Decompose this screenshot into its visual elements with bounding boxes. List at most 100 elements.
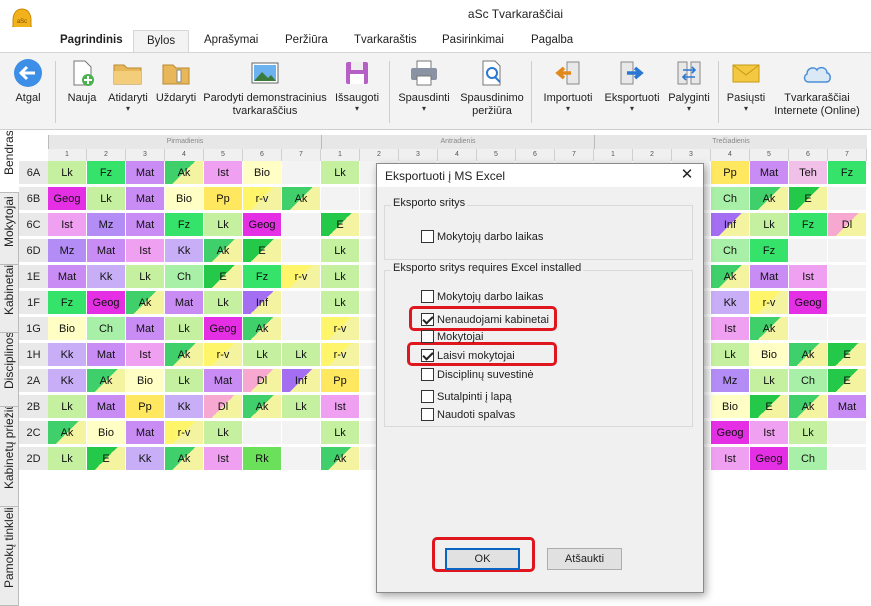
checkbox[interactable] [421,390,434,403]
ok-button[interactable]: OK [445,548,520,570]
lesson-cell[interactable]: r-v [321,317,360,341]
lesson-cell[interactable]: Ak [321,447,360,471]
lesson-cell[interactable]: Fz [48,291,87,315]
lesson-cell[interactable]: r-v [282,265,321,289]
lesson-cell[interactable]: E [750,395,789,419]
lesson-cell[interactable]: Mz [48,239,87,263]
save-dropdown-chevron-icon[interactable]: ▾ [331,105,383,113]
lesson-cell[interactable]: E [321,213,360,237]
send-button[interactable]: Pasiųsti ▾ [723,58,769,113]
import-button[interactable]: Importuoti ▾ [537,58,599,113]
lesson-cell[interactable]: Ak [243,317,282,341]
lesson-cell[interactable]: Pp [204,187,243,211]
lesson-cell[interactable]: E [243,239,282,263]
side-tab-disciplinos[interactable]: Disciplinos [0,333,19,407]
class-row-label[interactable]: 2B [19,395,48,419]
lesson-cell[interactable]: Bio [750,343,789,367]
lesson-cell[interactable]: Mz [87,213,126,237]
lesson-cell[interactable]: Bio [711,395,750,419]
lesson-cell[interactable]: Ak [243,395,282,419]
lesson-cell[interactable]: Mz [711,369,750,393]
open-dropdown-chevron-icon[interactable]: ▾ [103,105,153,113]
lesson-cell[interactable]: Ak [750,187,789,211]
compare-button[interactable]: Palyginti ▾ [664,58,714,113]
side-tab-kabinetu-prieziura[interactable]: Kabinetų priežiūra [0,407,19,507]
lesson-cell[interactable]: Lk [321,291,360,315]
lesson-cell[interactable] [282,291,321,315]
lesson-cell[interactable]: Bio [165,187,204,211]
lesson-cell[interactable]: Ak [165,161,204,185]
lesson-cell[interactable]: Kk [48,369,87,393]
class-row-label[interactable]: 6A [19,161,48,185]
side-tab-bendras[interactable]: Bendras [0,131,19,193]
checkbox[interactable] [421,349,434,362]
export-option-checkbox[interactable]: Sutalpinti į lapą [421,390,512,404]
lesson-cell[interactable]: E [87,447,126,471]
print-button[interactable]: Spausdinti ▾ [394,58,454,113]
class-row-label[interactable]: 6C [19,213,48,237]
lesson-cell[interactable]: Ist [126,343,165,367]
lesson-cell[interactable]: Geog [204,317,243,341]
tab-tvarkarastis[interactable]: Tvarkaraštis [347,30,424,52]
lesson-cell[interactable] [828,265,867,289]
lesson-cell[interactable]: Fz [87,161,126,185]
lesson-cell[interactable] [828,239,867,263]
lesson-cell[interactable]: Mat [126,161,165,185]
lesson-cell[interactable]: Lk [282,395,321,419]
lesson-cell[interactable]: Dl [243,369,282,393]
lesson-cell[interactable] [282,161,321,185]
checkbox[interactable] [421,408,434,421]
side-tab-kabinetai[interactable]: Kabinetai [0,265,19,333]
lesson-cell[interactable]: r-v [165,421,204,445]
checkbox[interactable] [421,290,434,303]
export-option-checkbox[interactable]: Nenaudojami kabinetai [421,313,549,327]
lesson-cell[interactable]: Lk [165,317,204,341]
lesson-cell[interactable]: Mat [87,239,126,263]
lesson-cell[interactable]: Lk [321,421,360,445]
lesson-cell[interactable]: Ist [48,213,87,237]
lesson-cell[interactable]: Mat [48,265,87,289]
lesson-cell[interactable]: Ak [165,343,204,367]
lesson-cell[interactable] [828,447,867,471]
lesson-cell[interactable]: Ch [711,239,750,263]
lesson-cell[interactable]: Lk [789,421,828,445]
lesson-cell[interactable]: Mat [750,161,789,185]
lesson-cell[interactable]: Ist [789,265,828,289]
tab-aprasymai[interactable]: Aprašymai [197,30,265,52]
lesson-cell[interactable]: Pp [711,161,750,185]
lesson-cell[interactable]: Ak [282,187,321,211]
lesson-cell[interactable]: Ak [126,291,165,315]
lesson-cell[interactable]: Fz [828,161,867,185]
lesson-cell[interactable]: r-v [243,187,282,211]
back-button[interactable]: Atgal [8,58,48,105]
lesson-cell[interactable]: Ak [48,421,87,445]
class-row-label[interactable]: 6D [19,239,48,263]
class-row-label[interactable]: 2C [19,421,48,445]
tab-perziura[interactable]: Peržiūra [278,30,335,52]
lesson-cell[interactable]: Teh [789,161,828,185]
lesson-cell[interactable]: Mat [87,343,126,367]
lesson-cell[interactable] [321,187,360,211]
lesson-cell[interactable] [282,239,321,263]
lesson-cell[interactable]: Ist [321,395,360,419]
lesson-cell[interactable]: Mat [750,265,789,289]
lesson-cell[interactable]: Lk [48,447,87,471]
lesson-cell[interactable] [282,317,321,341]
lesson-cell[interactable]: r-v [750,291,789,315]
lesson-cell[interactable]: Ak [789,343,828,367]
lesson-cell[interactable]: Kk [165,395,204,419]
class-row-label[interactable]: 1E [19,265,48,289]
lesson-cell[interactable]: Ak [750,317,789,341]
lesson-cell[interactable]: Geog [87,291,126,315]
lesson-cell[interactable]: Ch [711,187,750,211]
print-dropdown-chevron-icon[interactable]: ▾ [394,105,454,113]
export-dropdown-chevron-icon[interactable]: ▾ [600,105,664,113]
lesson-cell[interactable] [789,317,828,341]
lesson-cell[interactable]: E [828,369,867,393]
lesson-cell[interactable]: Mat [828,395,867,419]
cancel-button[interactable]: Atšaukti [547,548,622,570]
lesson-cell[interactable]: Mat [126,187,165,211]
lesson-cell[interactable]: Inf [711,213,750,237]
save-button[interactable]: Išsaugoti ▾ [331,58,383,113]
lesson-cell[interactable]: Dl [828,213,867,237]
